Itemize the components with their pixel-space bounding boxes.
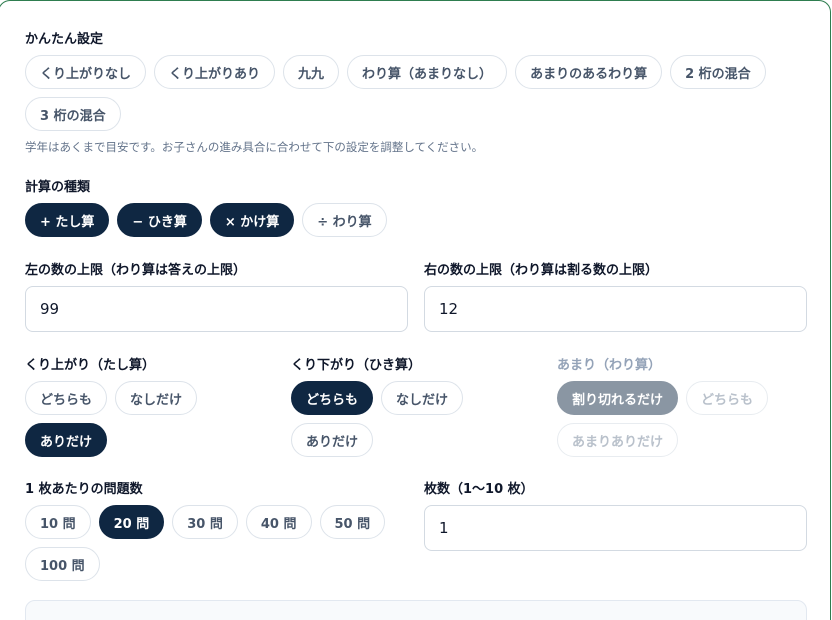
remainder-chip-row: 割り切れるだけ どちらも あまりありだけ [557, 381, 797, 457]
preset-chip[interactable]: くり上がりなし [25, 55, 147, 89]
preset-chip[interactable]: 九九 [283, 55, 340, 89]
preset-chip[interactable]: あまりのあるわり算 [515, 55, 663, 89]
borrow-title: くり下がり（ひき算） [291, 358, 422, 373]
carry-option[interactable]: なしだけ [115, 381, 198, 415]
operation-chip[interactable]: × かけ算 [209, 203, 295, 237]
borrow-chip-row: どちらも なしだけ ありだけ [291, 381, 481, 457]
grade-hint: 学年はあくまで目安です。お子さんの進み具合に合わせて下の設定を調整してください。 [25, 140, 484, 154]
problem-count-option[interactable]: 20 問 [98, 505, 165, 539]
borrow-option[interactable]: なしだけ [381, 381, 464, 415]
remainder-option[interactable]: 割り切れるだけ [557, 381, 679, 415]
problem-count-chip-row: 10 問 20 問 30 問 40 問 50 問 100 問 [25, 505, 405, 581]
borrow-option[interactable]: どちらも [291, 381, 374, 415]
right-limit-label: 右の数の上限（わり算は割る数の上限） [424, 263, 659, 278]
quick-settings-title: かんたん設定 [25, 32, 104, 47]
carry-option[interactable]: ありだけ [25, 423, 108, 457]
problem-count-option[interactable]: 40 問 [245, 505, 312, 539]
remainder-title: あまり（わり算） [557, 358, 662, 373]
operation-title: 計算の種類 [25, 180, 91, 195]
preset-chip-row: くり上がりなし くり上がりあり 九九 わり算（あまりなし） あまりのあるわり算 2 桁の混… [25, 55, 785, 131]
remainder-option[interactable]: どちらも [686, 381, 769, 415]
carry-option[interactable]: どちらも [25, 381, 108, 415]
problem-count-option[interactable]: 30 問 [172, 505, 238, 539]
problem-count-option[interactable]: 100 問 [25, 547, 100, 581]
remainder-option[interactable]: あまりありだけ [557, 423, 679, 457]
borrow-option[interactable]: ありだけ [291, 423, 374, 457]
operation-chip[interactable]: ÷ わり算 [302, 203, 387, 237]
problem-count-option[interactable]: 50 問 [319, 505, 386, 539]
left-limit-input[interactable]: 99 [25, 286, 408, 332]
preset-chip[interactable]: くり上がりあり [154, 55, 276, 89]
sheet-count-input[interactable]: 1 [424, 505, 807, 551]
sheet-count-label: 枚数（1〜10 枚） [424, 482, 534, 497]
right-limit-input[interactable]: 12 [424, 286, 807, 332]
preview-panel [25, 600, 807, 620]
problem-count-title: 1 枚あたりの問題数 [25, 482, 143, 497]
carry-chip-row: どちらも なしだけ ありだけ [25, 381, 215, 457]
operation-chip-row: + たし算 − ひき算 × かけ算 ÷ わり算 [25, 203, 785, 237]
carry-title: くり上がり（たし算） [25, 358, 156, 373]
preset-chip[interactable]: わり算（あまりなし） [347, 55, 508, 89]
preset-chip[interactable]: 2 桁の混合 [670, 55, 766, 89]
operation-chip[interactable]: + たし算 [25, 203, 110, 237]
operation-chip[interactable]: − ひき算 [117, 203, 202, 237]
preset-chip[interactable]: 3 桁の混合 [25, 97, 121, 131]
left-limit-label: 左の数の上限（わり算は答えの上限） [25, 263, 247, 278]
problem-count-option[interactable]: 10 問 [25, 505, 91, 539]
